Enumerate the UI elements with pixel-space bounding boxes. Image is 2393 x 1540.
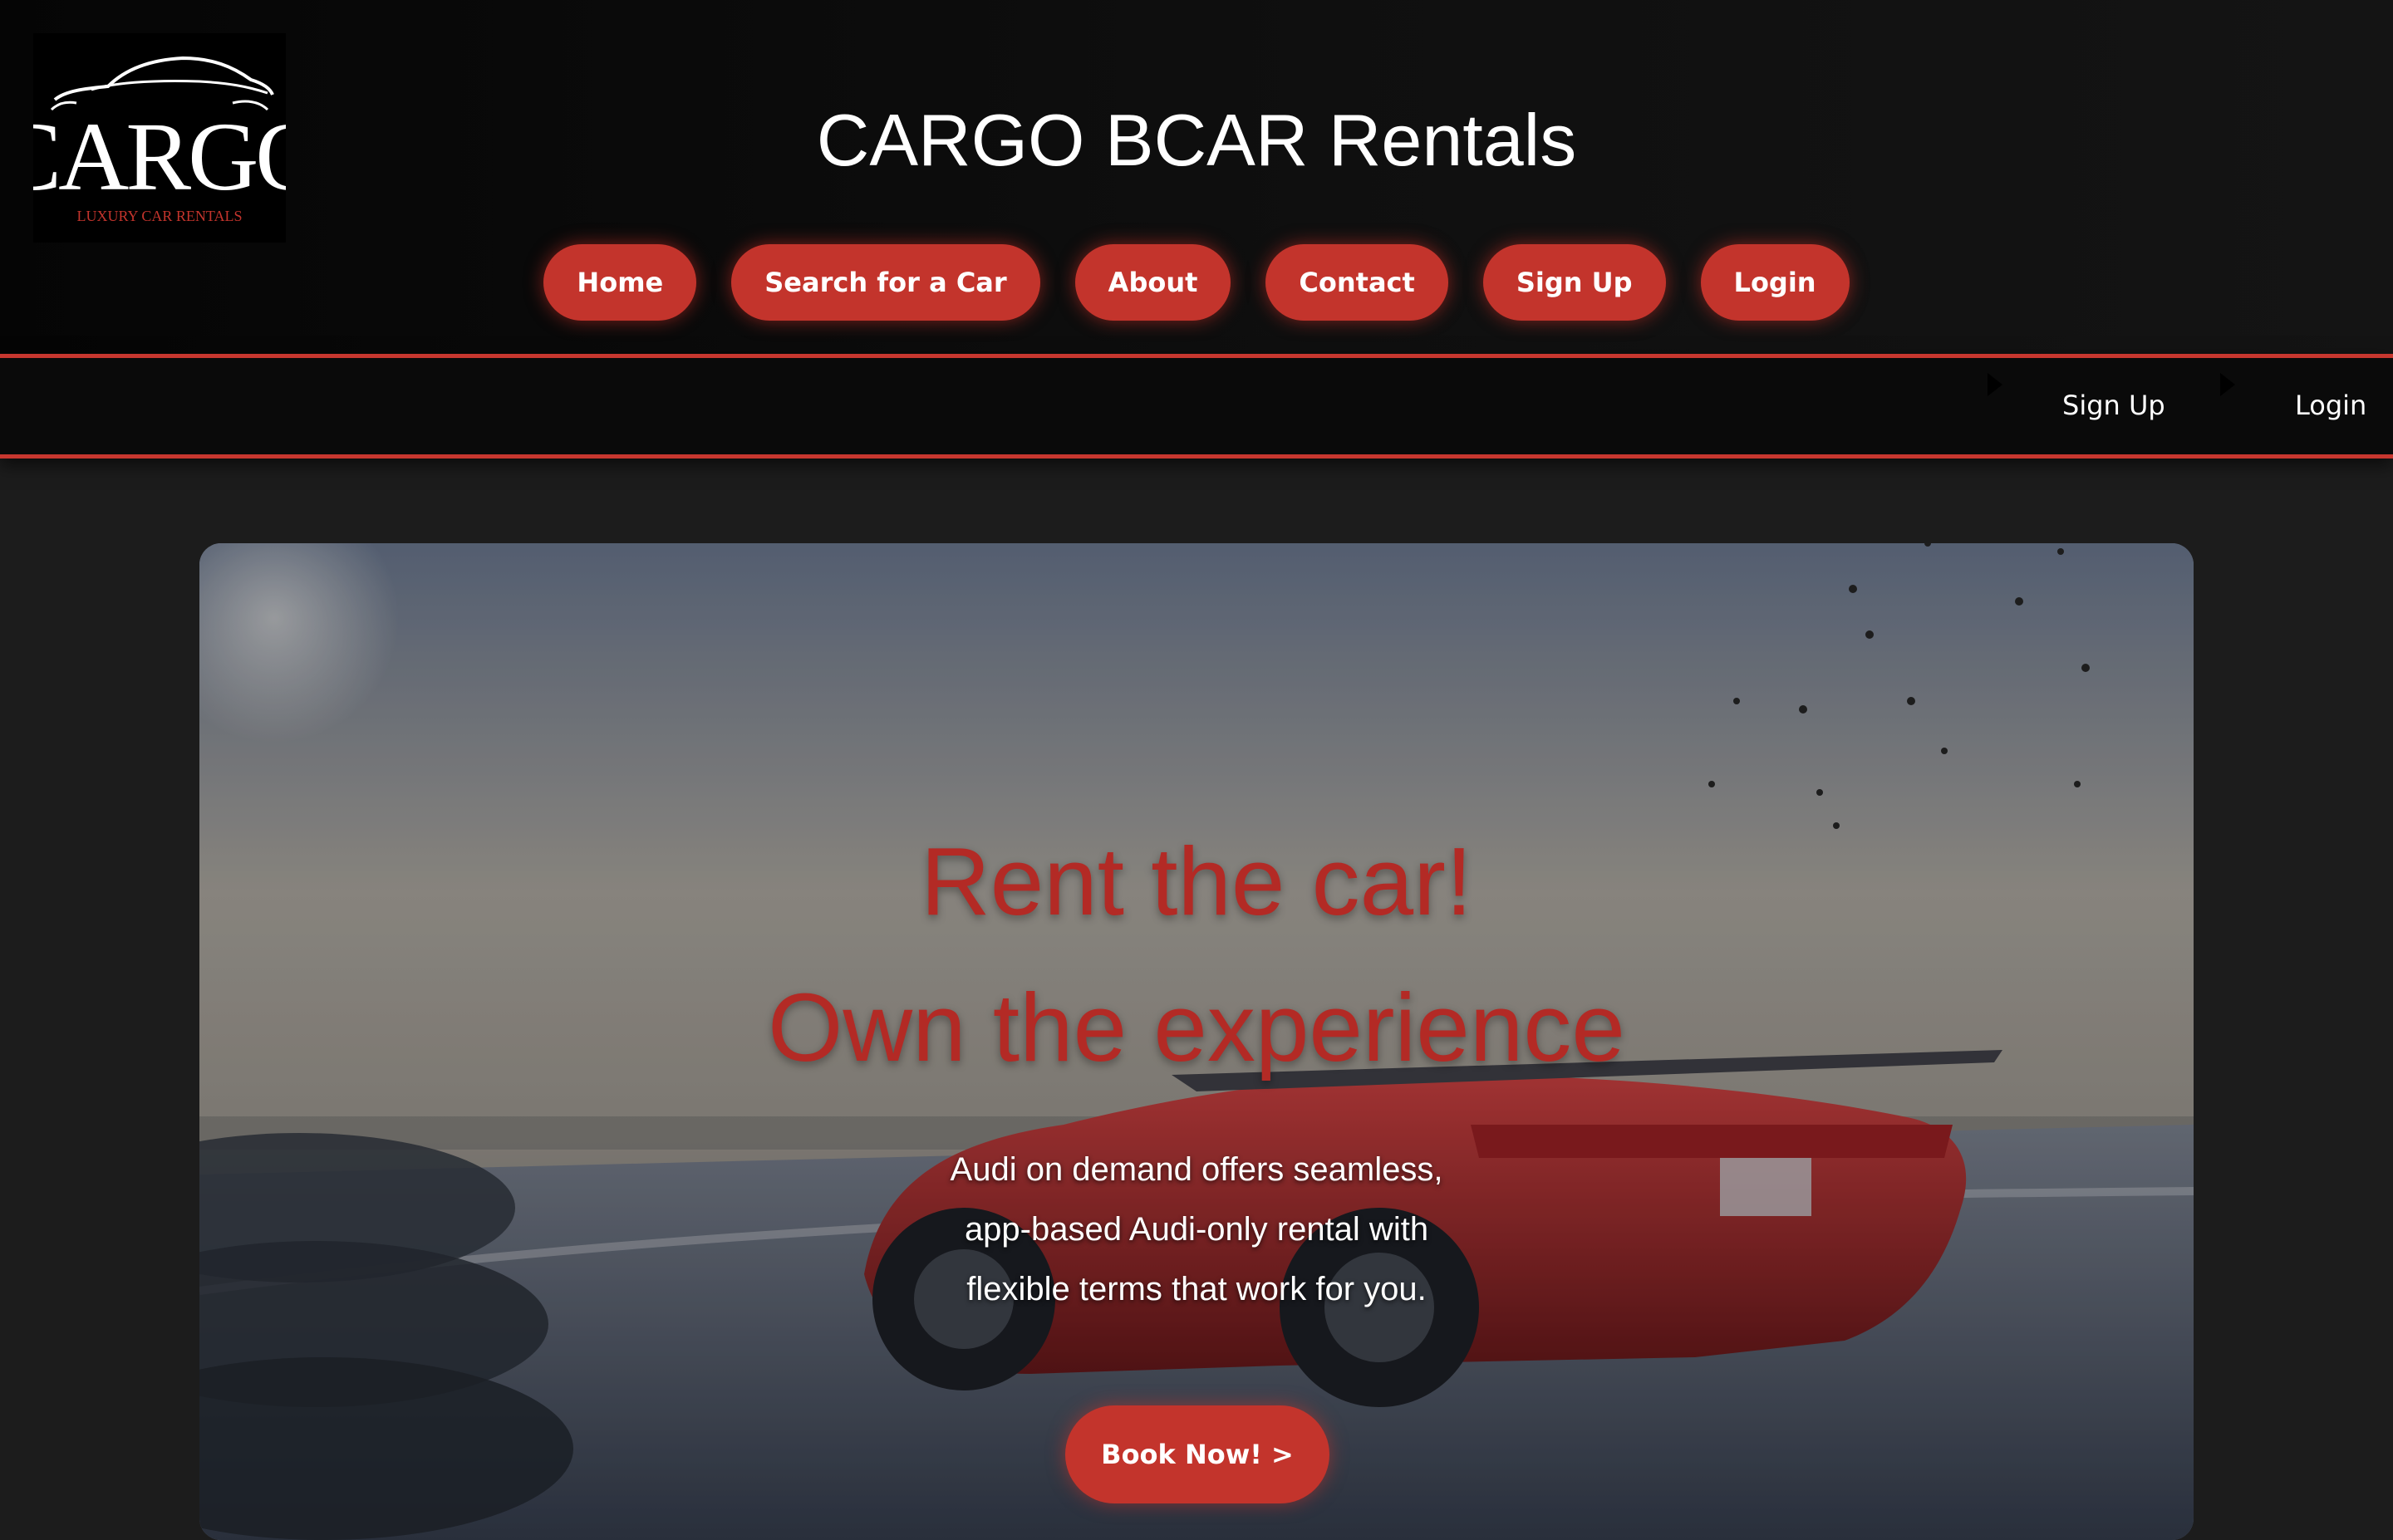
hero-headline-line2: Own the experience (768, 974, 1625, 1081)
site-header: CARGO LUXURY CAR RENTALS CARGO BCAR Rent… (0, 0, 2393, 354)
hero-banner: Rent the car! Own the experience Audi on… (199, 543, 2194, 1540)
caret-right-icon (1988, 373, 2002, 396)
hero-headline-line1: Rent the car! (920, 827, 1473, 935)
site-title: CARGO BCAR Rentals (816, 99, 1577, 181)
hero-description-line: app-based Audi-only rental with (964, 1211, 1429, 1248)
nav-login-button[interactable]: Login (1700, 244, 1850, 321)
nav-signup-button[interactable]: Sign Up (1482, 244, 1666, 321)
logo-tagline: LUXURY CAR RENTALS (77, 208, 243, 224)
nav-about-button[interactable]: About (1074, 244, 1231, 321)
sub-nav-signup-link[interactable]: Sign Up (2062, 390, 2165, 421)
book-now-button[interactable]: Book Now! > (1065, 1405, 1329, 1503)
caret-right-icon (2220, 373, 2235, 396)
hero-description-line: Audi on demand offers seamless, (950, 1151, 1443, 1188)
hero-description-line: flexible terms that work for you. (966, 1271, 1427, 1307)
nav-home-button[interactable]: Home (543, 244, 697, 321)
hero-description: Audi on demand offers seamless, app-base… (781, 1140, 1612, 1319)
nav-contact-button[interactable]: Contact (1265, 244, 1448, 321)
sub-nav-login-link[interactable]: Login (2295, 390, 2366, 421)
secondary-nav-bar: Sign Up Login (0, 354, 2393, 459)
nav-search-car-button[interactable]: Search for a Car (731, 244, 1040, 321)
main-navigation: Home Search for a Car About Contact Sign… (0, 244, 2393, 321)
